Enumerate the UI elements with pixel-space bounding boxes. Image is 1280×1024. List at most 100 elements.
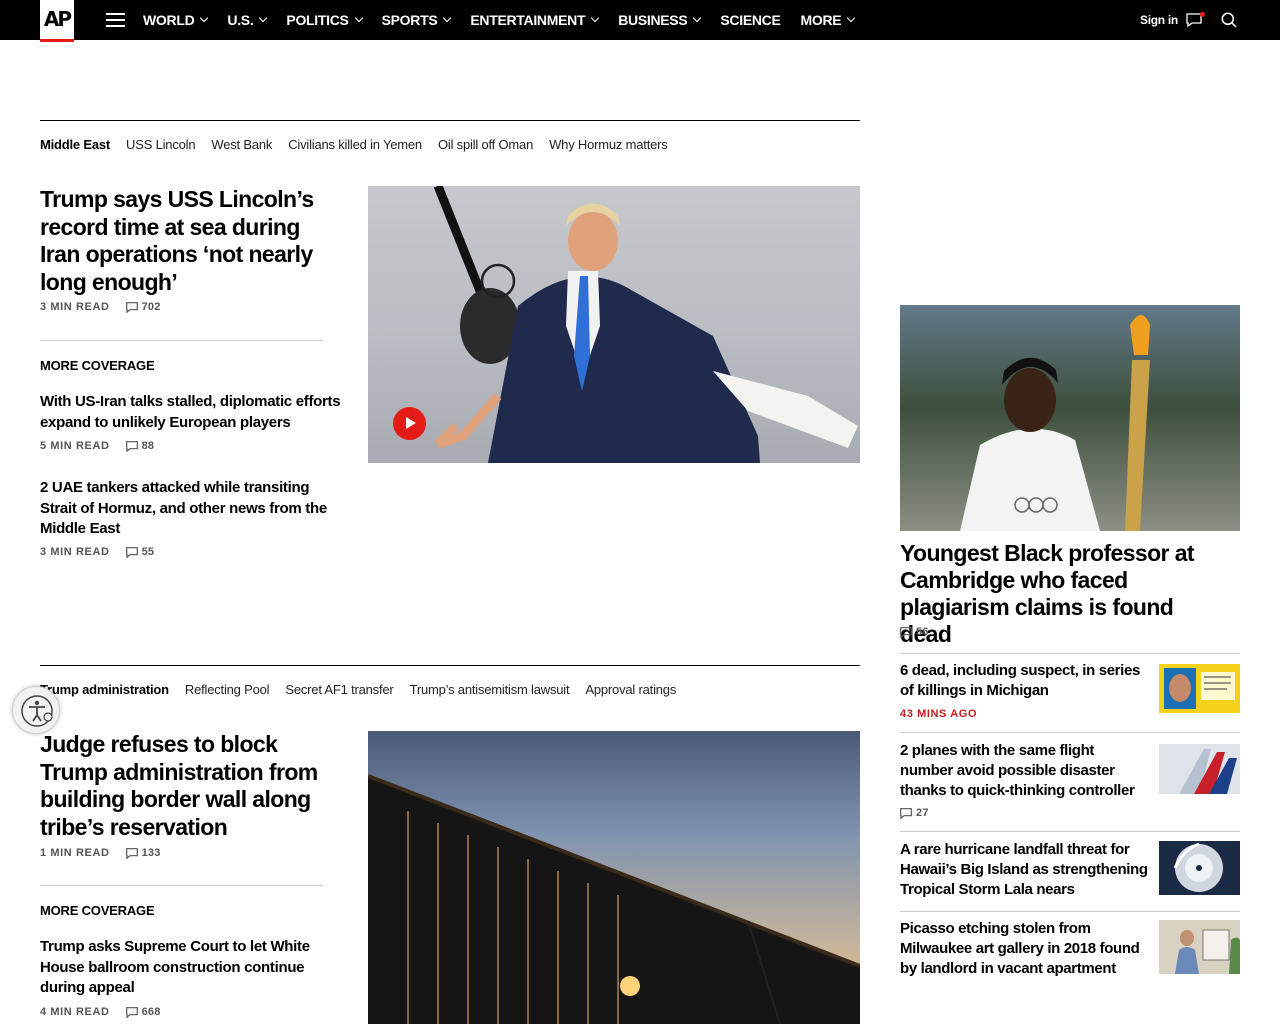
divider bbox=[900, 653, 1240, 654]
comment-icon bbox=[125, 440, 138, 452]
read-time: 3 MIN READ bbox=[40, 546, 110, 558]
comment-number: 133 bbox=[141, 847, 161, 859]
logo-text: AP bbox=[43, 7, 72, 31]
menu-icon[interactable] bbox=[106, 13, 125, 27]
nav-item-sports[interactable]: SPORTS bbox=[381, 12, 452, 28]
accessibility-icon bbox=[21, 695, 53, 727]
ap-logo[interactable]: AP bbox=[40, 0, 74, 42]
search-icon[interactable] bbox=[1221, 12, 1237, 28]
nav-item-entertainment[interactable]: ENTERTAINMENT bbox=[470, 12, 600, 28]
michigan-thumbnail[interactable] bbox=[1159, 664, 1240, 713]
story-meta: 3 MIN READ 55 bbox=[40, 546, 154, 558]
chevron-down-icon bbox=[847, 13, 856, 23]
story-meta: 1 MIN READ 133 bbox=[40, 847, 161, 859]
divider bbox=[40, 340, 323, 341]
story-meta: 27 bbox=[900, 807, 929, 819]
story-meta: 5 MIN READ 88 bbox=[40, 440, 154, 452]
comment-icon bbox=[125, 546, 138, 558]
chat-icon[interactable] bbox=[1186, 12, 1205, 28]
chevron-down-icon bbox=[443, 13, 452, 23]
trump-photo[interactable] bbox=[368, 186, 860, 463]
chevron-down-icon bbox=[693, 13, 702, 23]
read-time: 5 MIN READ bbox=[40, 440, 110, 452]
tag-link[interactable]: Secret AF1 transfer bbox=[285, 682, 393, 697]
tag-link[interactable]: Middle East bbox=[40, 137, 110, 152]
side-headline[interactable]: Picasso etching stolen from Milwaukee ar… bbox=[900, 919, 1150, 979]
related-headline[interactable]: 2 UAE tankers attacked while transiting … bbox=[40, 478, 345, 540]
nav-label: SPORTS bbox=[381, 12, 438, 28]
comment-count[interactable]: 55 bbox=[125, 546, 155, 558]
nav-label: BUSINESS bbox=[618, 12, 688, 28]
video-play-button[interactable] bbox=[393, 407, 426, 440]
divider bbox=[900, 911, 1240, 912]
chevron-down-icon bbox=[354, 13, 363, 23]
nav-item-more[interactable]: MORE bbox=[801, 12, 856, 28]
nav-item-business[interactable]: BUSINESS bbox=[618, 12, 702, 28]
nav-item-science[interactable]: SCIENCE bbox=[720, 12, 780, 28]
story-meta: 56 bbox=[900, 626, 929, 638]
comment-number: 55 bbox=[141, 546, 155, 558]
lead-headline[interactable]: Judge refuses to block Trump administrat… bbox=[40, 731, 340, 841]
lead-headline[interactable]: Trump says USS Lincoln’s record time at … bbox=[40, 186, 340, 296]
comment-count[interactable]: 668 bbox=[125, 1006, 161, 1018]
tag-link[interactable]: West Bank bbox=[211, 137, 272, 152]
tag-link[interactable]: Why Hormuz matters bbox=[549, 137, 668, 152]
nav-item-world[interactable]: WORLD bbox=[143, 12, 209, 28]
related-headline[interactable]: With US-Iran talks stalled, diplomatic e… bbox=[40, 392, 345, 433]
sign-in-link[interactable]: Sign in bbox=[1140, 13, 1178, 27]
nav-item-us[interactable]: U.S. bbox=[227, 12, 268, 28]
planes-thumbnail[interactable] bbox=[1159, 744, 1240, 794]
topic-tags-trump-administration: Trump administration Reflecting Pool Sec… bbox=[40, 682, 692, 697]
tag-link[interactable]: Oil spill off Oman bbox=[438, 137, 533, 152]
tag-link[interactable]: Civilians killed in Yemen bbox=[288, 137, 422, 152]
story-meta: 4 MIN READ 668 bbox=[40, 1006, 161, 1018]
comment-number: 88 bbox=[141, 440, 155, 452]
chevron-down-icon bbox=[200, 13, 209, 23]
side-lead-headline[interactable]: Youngest Black professor at Cambridge wh… bbox=[900, 540, 1230, 648]
comment-count[interactable]: 56 bbox=[900, 626, 929, 638]
more-coverage-label: MORE COVERAGE bbox=[40, 903, 155, 918]
chevron-down-icon bbox=[259, 13, 268, 23]
comment-icon bbox=[900, 807, 912, 819]
section-divider bbox=[40, 665, 860, 666]
accessibility-button[interactable] bbox=[12, 686, 60, 734]
divider bbox=[40, 885, 323, 886]
comment-icon bbox=[125, 847, 138, 859]
comment-icon bbox=[900, 626, 912, 638]
story-meta: 3 MIN READ 702 bbox=[40, 301, 161, 313]
picasso-thumbnail[interactable] bbox=[1159, 920, 1240, 974]
tag-link[interactable]: USS Lincoln bbox=[126, 137, 196, 152]
topic-tags-middle-east: Middle East USS Lincoln West Bank Civili… bbox=[40, 137, 684, 152]
main-nav: WORLD U.S. POLITICS SPORTS ENTERTAINMENT… bbox=[143, 0, 874, 40]
comment-count[interactable]: 133 bbox=[125, 847, 161, 859]
hurricane-thumbnail[interactable] bbox=[1159, 841, 1240, 895]
nav-label: WORLD bbox=[143, 12, 195, 28]
nav-label: ENTERTAINMENT bbox=[470, 12, 586, 28]
comment-number: 668 bbox=[141, 1006, 161, 1018]
comment-number: 27 bbox=[916, 807, 929, 819]
side-headline[interactable]: 2 planes with the same flight number avo… bbox=[900, 741, 1150, 801]
nav-item-politics[interactable]: POLITICS bbox=[286, 12, 363, 28]
tag-link[interactable]: Trump’s antisemitism lawsuit bbox=[410, 682, 570, 697]
torch-bearer-photo[interactable] bbox=[900, 305, 1240, 531]
border-wall-photo[interactable] bbox=[368, 731, 860, 1024]
top-navigation-bar: AP WORLD U.S. POLITICS SPORTS ENTERTAINM… bbox=[0, 0, 1280, 42]
timestamp: 43 MINS AGO bbox=[900, 708, 978, 720]
read-time: 1 MIN READ bbox=[40, 847, 110, 859]
comment-count[interactable]: 702 bbox=[125, 301, 161, 313]
side-headline[interactable]: A rare hurricane landfall threat for Haw… bbox=[900, 840, 1150, 900]
related-headline[interactable]: Trump asks Supreme Court to let White Ho… bbox=[40, 937, 345, 999]
comment-icon bbox=[125, 301, 138, 313]
comment-count[interactable]: 88 bbox=[125, 440, 155, 452]
tag-link[interactable]: Reflecting Pool bbox=[185, 682, 270, 697]
nav-label: U.S. bbox=[227, 12, 254, 28]
chevron-down-icon bbox=[590, 13, 600, 23]
section-divider bbox=[40, 120, 860, 121]
read-time: 4 MIN READ bbox=[40, 1006, 110, 1018]
nav-label: SCIENCE bbox=[720, 12, 781, 28]
tag-link[interactable]: Approval ratings bbox=[585, 682, 676, 697]
read-time: 3 MIN READ bbox=[40, 301, 110, 313]
nav-label: POLITICS bbox=[286, 12, 349, 28]
side-headline[interactable]: 6 dead, including suspect, in series of … bbox=[900, 661, 1150, 701]
comment-count[interactable]: 27 bbox=[900, 807, 929, 819]
